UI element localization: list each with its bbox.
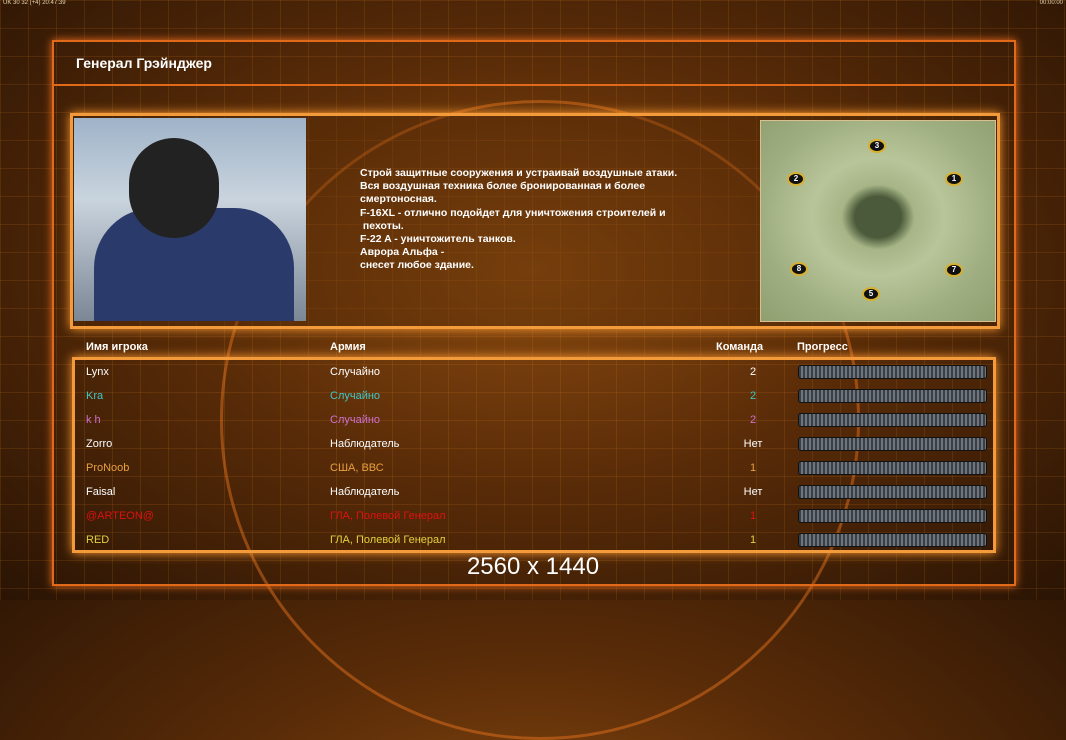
player-name: Faisal <box>86 486 116 498</box>
progress-bar <box>798 533 987 547</box>
divider <box>54 84 1014 86</box>
header-army: Армия <box>330 341 366 353</box>
player-team: Нет <box>743 438 763 450</box>
player-army: Наблюдатель <box>330 486 400 498</box>
status-right: 00:00:00 <box>1039 0 1063 6</box>
table-row: ProNoob США, ВВС 1 <box>86 459 990 479</box>
progress-bar <box>798 437 987 451</box>
player-army: США, ВВС <box>330 462 384 474</box>
player-army: ГЛА, Полевой Генерал <box>330 510 446 522</box>
table-row: RED ГЛА, Полевой Генерал 1 <box>86 531 990 551</box>
player-name: Lynx <box>86 366 109 378</box>
start-position[interactable]: 1 <box>945 172 963 186</box>
player-army: ГЛА, Полевой Генерал <box>330 534 446 546</box>
progress-bar <box>798 485 987 499</box>
player-army: Наблюдатель <box>330 438 400 450</box>
player-name: k h <box>86 414 101 426</box>
player-name: RED <box>86 534 110 546</box>
player-team: 2 <box>749 390 757 402</box>
table-row: @ARTEON@ ГЛА, Полевой Генерал 1 <box>86 507 990 527</box>
progress-bar <box>798 461 987 475</box>
general-title: Генерал Грэйнджер <box>76 55 212 71</box>
player-name: ProNoob <box>86 462 130 474</box>
start-position[interactable]: 3 <box>868 139 886 153</box>
player-team: 2 <box>749 366 757 378</box>
table-row: k h Случайно 2 <box>86 411 990 431</box>
progress-bar <box>798 389 987 403</box>
player-team: 1 <box>749 462 757 474</box>
status-left: UK 30 32 (+4) 20:47:39 <box>3 0 66 6</box>
start-position[interactable]: 7 <box>945 263 963 277</box>
player-army: Случайно <box>330 366 381 378</box>
map-preview: 3 2 1 8 7 5 <box>760 120 996 322</box>
player-team: 1 <box>749 510 757 522</box>
progress-bar <box>798 365 987 379</box>
player-team: 2 <box>749 414 757 426</box>
player-army: Случайно <box>330 414 381 426</box>
player-name: Zorro <box>86 438 113 450</box>
player-team: 1 <box>749 534 757 546</box>
header-progress: Прогресс <box>797 341 848 353</box>
player-team: Нет <box>743 486 763 498</box>
table-row: Lynx Случайно 2 <box>86 363 990 383</box>
progress-bar <box>798 509 987 523</box>
table-row: Kra Случайно 2 <box>86 387 990 407</box>
general-description: Строй защитные сооружения и устраивай во… <box>360 167 678 272</box>
status-bar: UK 30 32 (+4) 20:47:39 00:00:00 <box>0 0 1066 8</box>
start-position[interactable]: 8 <box>790 262 808 276</box>
progress-bar <box>798 413 987 427</box>
table-row: Faisal Наблюдатель Нет <box>86 483 990 503</box>
resolution-label: 2560 x 1440 <box>466 553 600 580</box>
player-name: Kra <box>86 390 104 402</box>
start-position[interactable]: 5 <box>862 287 880 301</box>
general-portrait <box>74 118 306 321</box>
player-name: @ARTEON@ <box>86 510 154 522</box>
start-position[interactable]: 2 <box>787 172 805 186</box>
player-army: Случайно <box>330 390 381 402</box>
header-team: Команда <box>716 341 764 353</box>
table-row: Zorro Наблюдатель Нет <box>86 435 990 455</box>
header-name: Имя игрока <box>86 341 148 353</box>
